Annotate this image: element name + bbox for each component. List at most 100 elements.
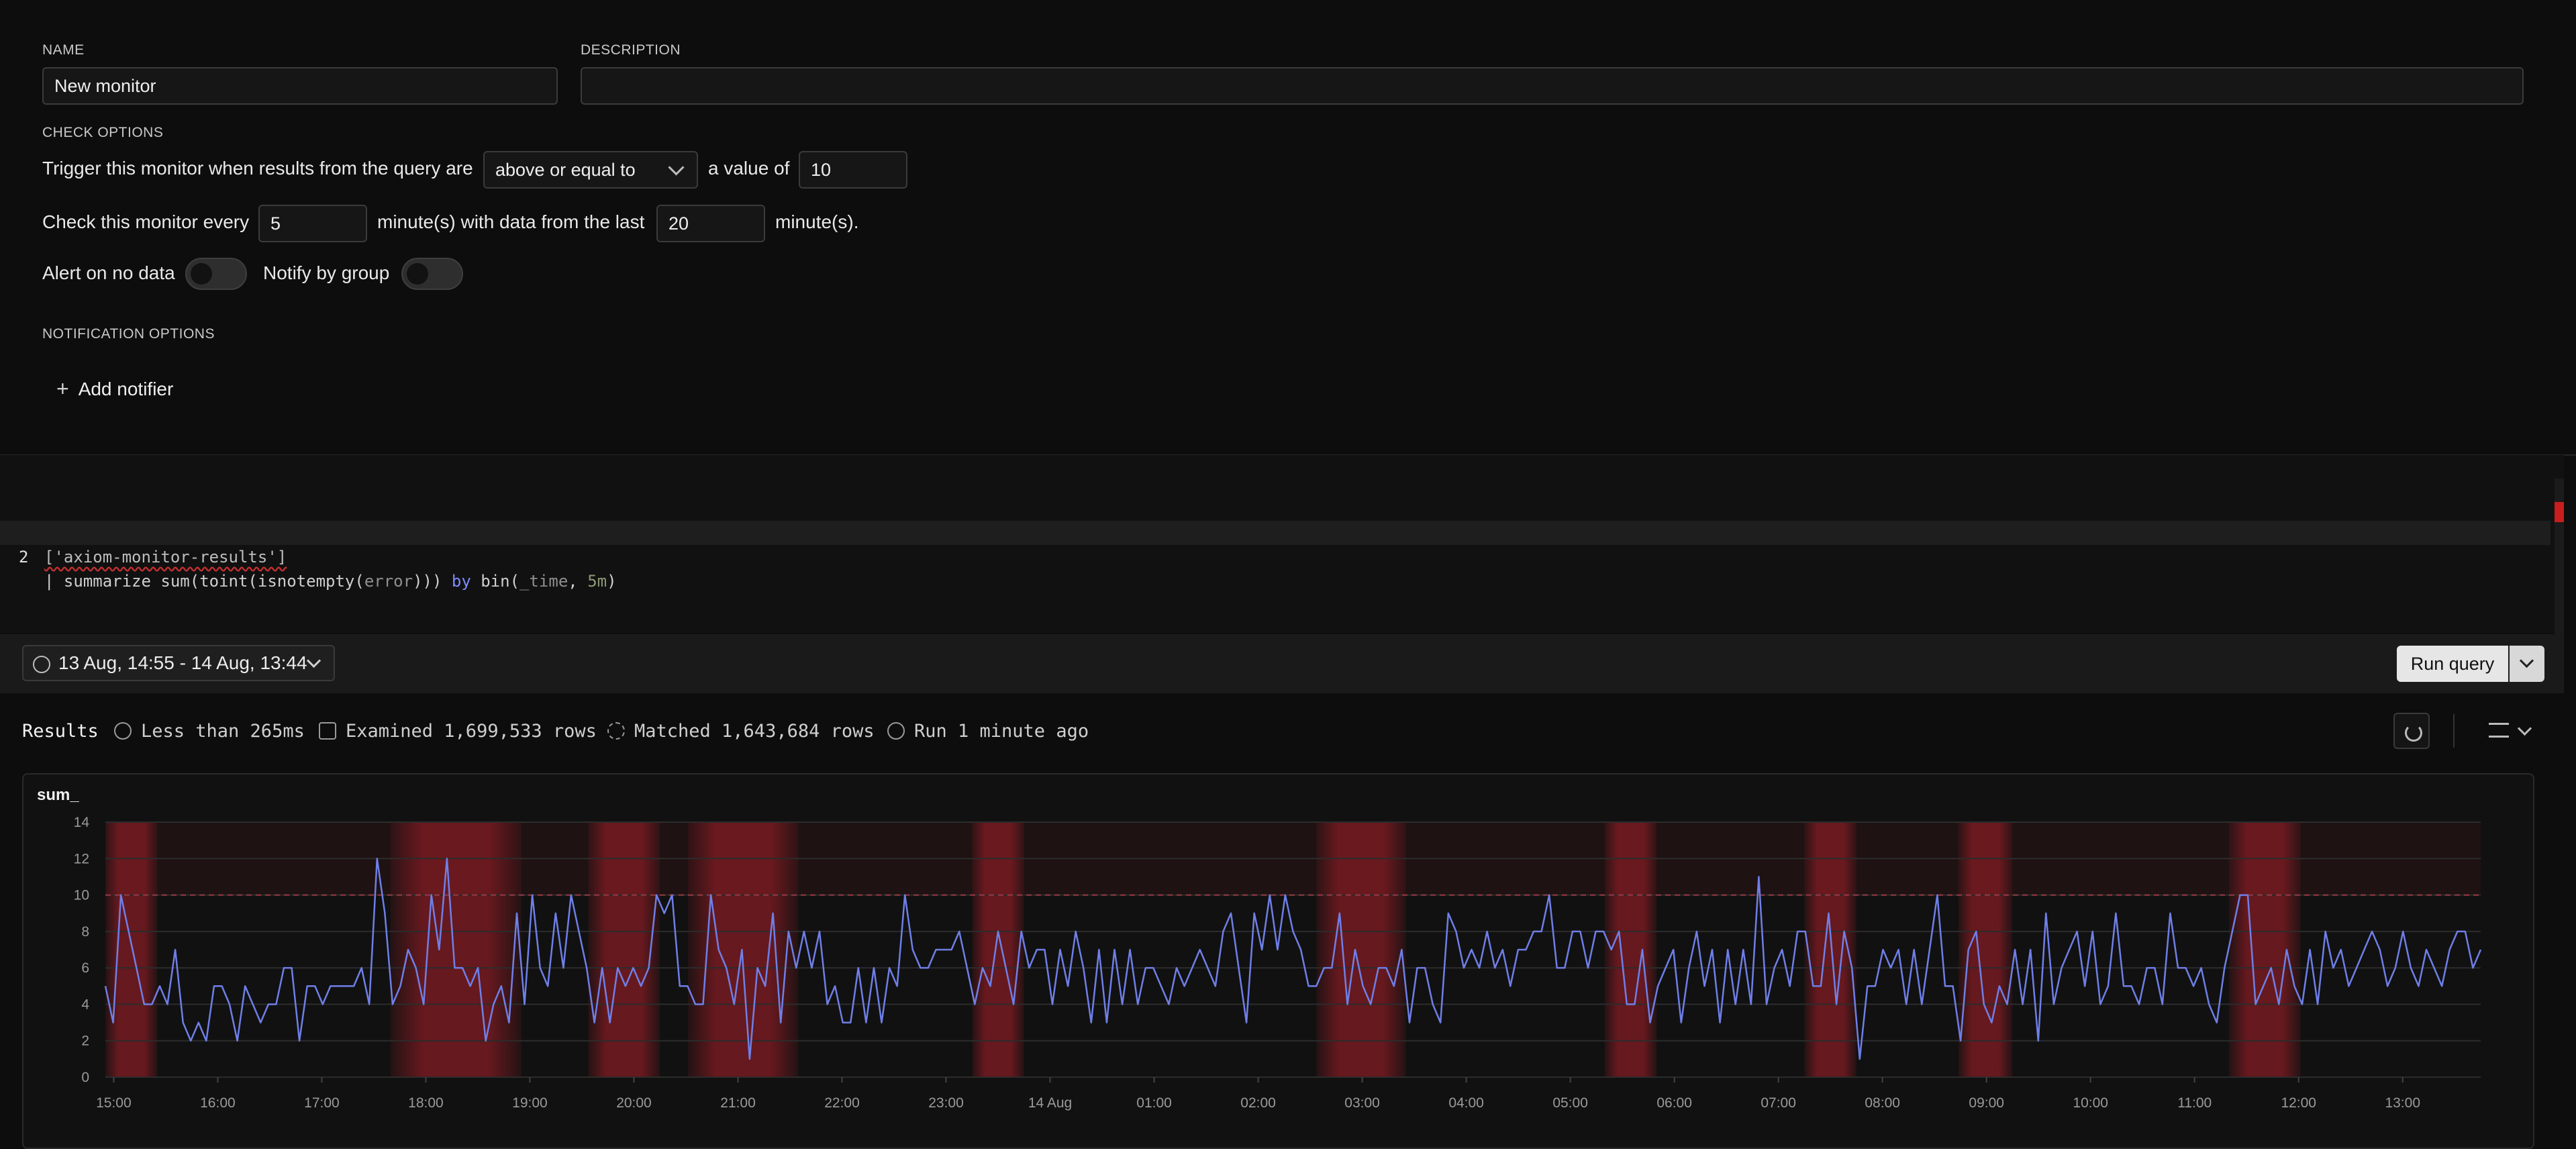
code-token: 5m xyxy=(587,572,607,591)
run-ago-stat: Run 1 minute ago xyxy=(887,719,1089,744)
y-tick-label: 12 xyxy=(74,851,89,866)
x-tick-label: 07:00 xyxy=(1761,1095,1796,1111)
run-query-button[interactable]: Run query xyxy=(2397,646,2508,682)
chevron-down-icon xyxy=(2519,653,2534,668)
clock-icon xyxy=(33,656,50,673)
alert-no-data-label: Alert on no data xyxy=(42,262,175,283)
x-tick-label: 01:00 xyxy=(1136,1095,1172,1111)
examined-text: Examined 1,699,533 rows xyxy=(346,721,597,742)
y-tick-label: 6 xyxy=(81,960,89,976)
run-ago-text: Run 1 minute ago xyxy=(914,721,1089,742)
notify-group-label: Notify by group xyxy=(263,262,390,283)
x-tick-label: 22:00 xyxy=(824,1095,860,1111)
matched-text: Matched 1,643,684 rows xyxy=(634,721,875,742)
x-tick-label: 21:00 xyxy=(720,1095,756,1111)
x-tick-label: 20:00 xyxy=(616,1095,652,1111)
results-chart-panel: sum_ 0 2 4 6 8 10 12 14 15:00 16:00 17:00 18:00 19:0… xyxy=(22,773,2534,1149)
database-icon xyxy=(319,721,336,740)
toggle-knob xyxy=(191,263,212,285)
alert-window-band xyxy=(972,822,1024,1077)
trigger-mid-text: a value of xyxy=(708,158,790,179)
duration-stat: Less than 265ms xyxy=(114,719,305,744)
add-notifier-label: Add notifier xyxy=(78,379,174,399)
x-tick-label: 06:00 xyxy=(1656,1095,1692,1111)
alert-window-band xyxy=(1316,822,1406,1077)
x-tick-label: 23:00 xyxy=(928,1095,964,1111)
results-line-chart[interactable]: 0 2 4 6 8 10 12 14 15:00 16:00 17:00 18:00 19:00 20:0… xyxy=(23,775,2533,1148)
timer-icon xyxy=(114,721,132,740)
target-icon xyxy=(607,721,625,740)
chevron-down-icon xyxy=(306,653,321,668)
alert-window-band xyxy=(2228,822,2301,1077)
examined-stat: Examined 1,699,533 rows xyxy=(319,719,597,744)
x-tick-label: 04:00 xyxy=(1448,1095,1484,1111)
alert-window-band xyxy=(588,822,660,1077)
query-toolbar: 13 Aug, 14:55 - 14 Aug, 13:44 Run query xyxy=(0,634,2564,693)
refresh-button[interactable] xyxy=(2393,713,2430,749)
monitor-name-input[interactable] xyxy=(42,67,558,105)
code-token: bin( xyxy=(470,572,520,591)
toolbar-separator xyxy=(2453,714,2455,748)
run-query-label: Run query xyxy=(2410,654,2495,674)
matched-stat: Matched 1,643,684 rows xyxy=(607,719,875,744)
x-tick-label: 16:00 xyxy=(200,1095,236,1111)
history-icon xyxy=(887,721,905,740)
check-every-input[interactable] xyxy=(258,205,367,242)
plus-icon: + xyxy=(56,377,69,401)
dataset-string: ['axiom-monitor-results'] xyxy=(44,548,287,566)
y-tick-label: 14 xyxy=(74,815,90,830)
x-tick-label: 09:00 xyxy=(1969,1095,2004,1111)
query-editor[interactable]: 1 ['axiom-monitor-results'] 2 | summariz… xyxy=(0,455,2564,640)
alert-no-data-toggle[interactable] xyxy=(185,258,247,290)
check-every-prefix-text: Check this monitor every xyxy=(42,211,250,232)
trigger-operator-value: above or equal to xyxy=(495,160,636,180)
code-token: by xyxy=(451,572,471,591)
run-query-options-button[interactable] xyxy=(2510,646,2544,682)
code-token: error xyxy=(364,572,413,591)
name-label: NAME xyxy=(42,42,85,58)
line-number: 2 xyxy=(19,548,29,566)
code-token: ) xyxy=(607,572,617,591)
duration-text: Less than 265ms xyxy=(141,721,305,742)
line-2-code: | summarize sum(toint(isnotempty(error))… xyxy=(44,569,617,593)
x-tick-label: 17:00 xyxy=(304,1095,340,1111)
code-token: ))) xyxy=(413,572,452,591)
x-tick-label: 14 Aug xyxy=(1028,1095,1072,1111)
check-every-mid-text: minute(s) with data from the last xyxy=(377,211,645,232)
error-marker xyxy=(2555,502,2564,522)
x-tick-label: 02:00 xyxy=(1240,1095,1276,1111)
trigger-operator-select[interactable]: above or equal to xyxy=(483,151,698,189)
toggle-knob xyxy=(407,263,428,285)
trigger-value-input[interactable] xyxy=(799,151,907,189)
x-tick-label: 13:00 xyxy=(2385,1095,2420,1111)
y-tick-label: 2 xyxy=(81,1034,89,1049)
check-range-input[interactable] xyxy=(656,205,765,242)
y-tick-label: 0 xyxy=(81,1070,89,1085)
editor-line-2: 2 | summarize sum(toint(isnotempty(error… xyxy=(0,521,2550,591)
code-token: _time xyxy=(519,572,568,591)
code-token: , xyxy=(568,572,588,591)
check-options-label: CHECK OPTIONS xyxy=(42,125,164,140)
alert-window-band xyxy=(105,822,158,1077)
results-title: Results xyxy=(22,721,99,742)
x-tick-label: 18:00 xyxy=(408,1095,444,1111)
x-tick-label: 08:00 xyxy=(1865,1095,1900,1111)
refresh-icon xyxy=(2405,724,2422,742)
time-range-picker[interactable]: 13 Aug, 14:55 - 14 Aug, 13:44 xyxy=(22,645,335,681)
chart-settings-button[interactable] xyxy=(2483,713,2537,749)
add-notifier-button[interactable]: + Add notifier xyxy=(56,376,173,403)
x-tick-label: 05:00 xyxy=(1552,1095,1588,1111)
description-label: DESCRIPTION xyxy=(581,42,681,58)
x-tick-label: 03:00 xyxy=(1344,1095,1380,1111)
sliders-icon xyxy=(2489,723,2509,738)
y-tick-label: 4 xyxy=(81,997,89,1012)
chevron-down-icon xyxy=(2517,721,2532,736)
notify-group-toggle[interactable] xyxy=(401,258,463,290)
x-tick-label: 15:00 xyxy=(96,1095,132,1111)
time-range-value: 13 Aug, 14:55 - 14 Aug, 13:44 xyxy=(58,652,307,673)
x-tick-label: 11:00 xyxy=(2177,1095,2212,1111)
monitor-description-input[interactable] xyxy=(581,67,2524,105)
y-tick-label: 10 xyxy=(74,888,89,903)
y-tick-label: 8 xyxy=(81,924,89,940)
x-tick-label: 19:00 xyxy=(512,1095,548,1111)
